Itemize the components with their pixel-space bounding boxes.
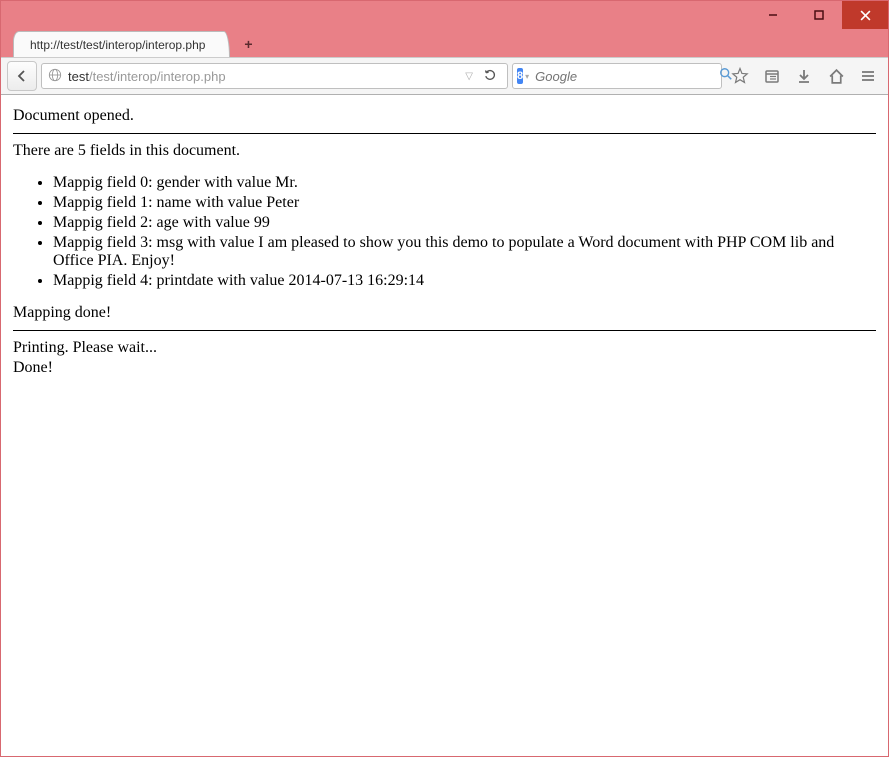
status-opened: Document opened. (13, 107, 876, 125)
list-item: Mappig field 3: msg with value I am plea… (53, 234, 876, 270)
minimize-button[interactable] (750, 1, 796, 29)
downloads-icon[interactable] (790, 62, 818, 90)
browser-window: http://test/test/interop/interop.php + t… (0, 0, 889, 757)
navigation-toolbar: test/test/interop/interop.php ▽ 8 ▾ (1, 57, 888, 95)
divider (13, 133, 876, 134)
reload-button[interactable] (479, 68, 501, 85)
status-done: Done! (13, 359, 876, 377)
divider (13, 330, 876, 331)
history-dropdown-icon[interactable]: ▽ (465, 71, 473, 82)
back-button[interactable] (7, 61, 37, 91)
field-list: Mappig field 0: gender with value Mr. Ma… (13, 174, 876, 290)
titlebar (1, 1, 888, 29)
close-button[interactable] (842, 1, 888, 29)
status-mapping-done: Mapping done! (13, 304, 876, 322)
maximize-button[interactable] (796, 1, 842, 29)
field-summary: There are 5 fields in this document. (13, 142, 876, 160)
list-item: Mappig field 2: age with value 99 (53, 214, 876, 232)
tab-title: http://test/test/interop/interop.php (30, 38, 205, 52)
list-item: Mappig field 1: name with value Peter (53, 194, 876, 212)
menu-icon[interactable] (854, 62, 882, 90)
status-printing: Printing. Please wait... (13, 339, 876, 357)
search-engine-dropdown-icon[interactable]: ▾ (525, 72, 529, 81)
list-item: Mappig field 4: printdate with value 201… (53, 272, 876, 290)
tab-strip: http://test/test/interop/interop.php + (1, 29, 888, 57)
browser-tab[interactable]: http://test/test/interop/interop.php (13, 31, 230, 57)
library-icon[interactable] (758, 62, 786, 90)
home-icon[interactable] (822, 62, 850, 90)
address-bar[interactable]: test/test/interop/interop.php ▽ (41, 63, 508, 89)
search-input[interactable] (535, 69, 713, 84)
search-engine-icon[interactable]: 8 (517, 68, 523, 84)
bookmark-star-icon[interactable] (726, 62, 754, 90)
page-content: Document opened. There are 5 fields in t… (1, 95, 888, 756)
url-text: test/test/interop/interop.php (68, 69, 459, 84)
list-item: Mappig field 0: gender with value Mr. (53, 174, 876, 192)
globe-icon (48, 68, 62, 85)
new-tab-button[interactable]: + (236, 34, 260, 54)
search-bar[interactable]: 8 ▾ (512, 63, 722, 89)
